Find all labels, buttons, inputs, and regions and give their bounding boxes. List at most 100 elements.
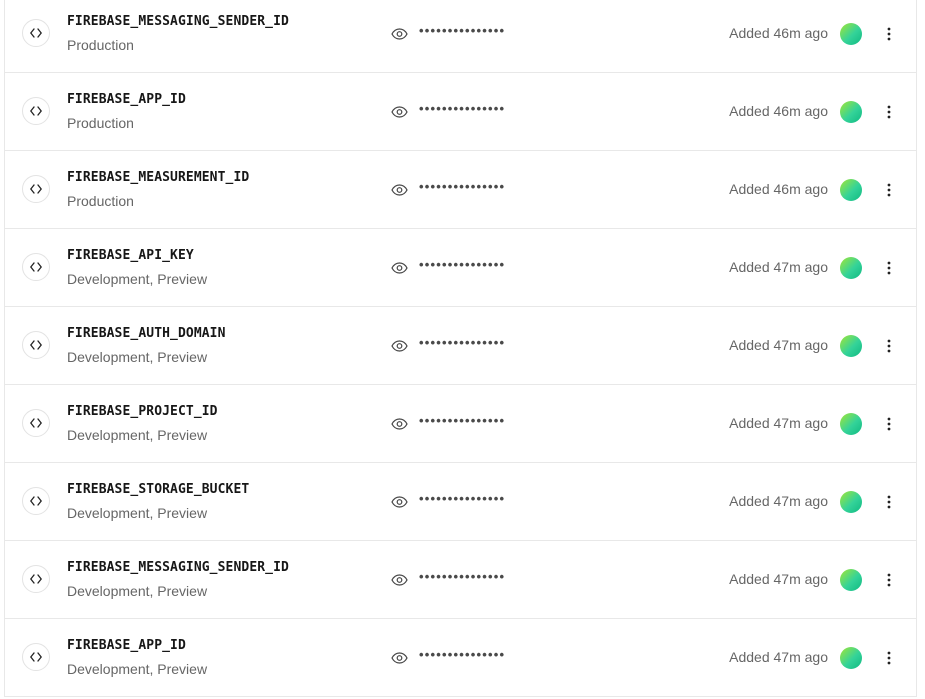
- eye-icon: [390, 574, 408, 586]
- variable-name: FIREBASE_MESSAGING_SENDER_ID: [67, 560, 289, 575]
- variable-name: FIREBASE_STORAGE_BUCKET: [67, 482, 250, 497]
- variable-environments: Production: [67, 37, 134, 53]
- env-variable-row: FIREBASE_STORAGE_BUCKET Development, Pre…: [5, 463, 916, 541]
- code-brackets-icon: [22, 97, 50, 125]
- variable-name: FIREBASE_AUTH_DOMAIN: [67, 326, 226, 341]
- masked-value: •••••••••••••••: [419, 101, 506, 116]
- masked-value: •••••••••••••••: [419, 413, 506, 428]
- reveal-value-button[interactable]: [389, 182, 409, 198]
- eye-icon: [390, 184, 408, 196]
- added-timestamp: Added 47m ago: [729, 259, 828, 275]
- env-variable-row: FIREBASE_AUTH_DOMAIN Development, Previe…: [5, 307, 916, 385]
- reveal-value-button[interactable]: [389, 416, 409, 432]
- more-vertical-icon: [887, 105, 891, 119]
- avatar: [840, 335, 862, 357]
- reveal-value-button[interactable]: [389, 338, 409, 354]
- added-timestamp: Added 47m ago: [729, 337, 828, 353]
- eye-icon: [390, 418, 408, 430]
- eye-icon: [390, 262, 408, 274]
- row-menu-button[interactable]: [881, 334, 897, 358]
- masked-value: •••••••••••••••: [419, 491, 506, 506]
- variable-environments: Development, Preview: [67, 505, 208, 521]
- variable-name: FIREBASE_APP_ID: [67, 92, 186, 107]
- reveal-value-button[interactable]: [389, 572, 409, 588]
- reveal-value-button[interactable]: [389, 494, 409, 510]
- code-brackets-icon: [22, 565, 50, 593]
- added-timestamp: Added 46m ago: [729, 25, 828, 41]
- added-timestamp: Added 47m ago: [729, 493, 828, 509]
- code-brackets-icon: [22, 487, 50, 515]
- variable-environments: Development, Preview: [67, 661, 208, 677]
- avatar: [840, 101, 862, 123]
- eye-icon: [390, 28, 408, 40]
- row-menu-button[interactable]: [881, 568, 897, 592]
- added-timestamp: Added 47m ago: [729, 415, 828, 431]
- avatar: [840, 23, 862, 45]
- avatar: [840, 413, 862, 435]
- more-vertical-icon: [887, 417, 891, 431]
- env-variable-row: FIREBASE_PROJECT_ID Development, Preview…: [5, 385, 916, 463]
- variable-environments: Development, Preview: [67, 271, 208, 287]
- variable-environments: Production: [67, 115, 134, 131]
- variable-name: FIREBASE_MESSAGING_SENDER_ID: [67, 14, 289, 29]
- variable-environments: Development, Preview: [67, 349, 208, 365]
- env-variable-row: FIREBASE_MESSAGING_SENDER_ID Production …: [5, 0, 916, 73]
- reveal-value-button[interactable]: [389, 650, 409, 666]
- avatar: [840, 491, 862, 513]
- env-variable-row: FIREBASE_API_KEY Development, Preview ••…: [5, 229, 916, 307]
- row-menu-button[interactable]: [881, 490, 897, 514]
- masked-value: •••••••••••••••: [419, 335, 506, 350]
- avatar: [840, 179, 862, 201]
- eye-icon: [390, 340, 408, 352]
- variable-name: FIREBASE_MEASUREMENT_ID: [67, 170, 250, 185]
- code-brackets-icon: [22, 253, 50, 281]
- more-vertical-icon: [887, 183, 891, 197]
- more-vertical-icon: [887, 495, 891, 509]
- reveal-value-button[interactable]: [389, 26, 409, 42]
- row-menu-button[interactable]: [881, 646, 897, 670]
- variable-name: FIREBASE_APP_ID: [67, 638, 186, 653]
- code-brackets-icon: [22, 175, 50, 203]
- row-menu-button[interactable]: [881, 178, 897, 202]
- more-vertical-icon: [887, 261, 891, 275]
- added-timestamp: Added 47m ago: [729, 571, 828, 587]
- added-timestamp: Added 46m ago: [729, 181, 828, 197]
- eye-icon: [390, 496, 408, 508]
- masked-value: •••••••••••••••: [419, 569, 506, 584]
- eye-icon: [390, 106, 408, 118]
- env-variable-row: FIREBASE_MEASUREMENT_ID Production •••••…: [5, 151, 916, 229]
- added-timestamp: Added 47m ago: [729, 649, 828, 665]
- reveal-value-button[interactable]: [389, 104, 409, 120]
- added-timestamp: Added 46m ago: [729, 103, 828, 119]
- variable-environments: Production: [67, 193, 134, 209]
- code-brackets-icon: [22, 643, 50, 671]
- variable-environments: Development, Preview: [67, 427, 208, 443]
- env-variable-row: FIREBASE_APP_ID Development, Preview •••…: [5, 619, 916, 697]
- avatar: [840, 257, 862, 279]
- env-variable-row: FIREBASE_MESSAGING_SENDER_ID Development…: [5, 541, 916, 619]
- row-menu-button[interactable]: [881, 100, 897, 124]
- variable-name: FIREBASE_API_KEY: [67, 248, 194, 263]
- variable-environments: Development, Preview: [67, 583, 208, 599]
- masked-value: •••••••••••••••: [419, 23, 506, 38]
- code-brackets-icon: [22, 19, 50, 47]
- eye-icon: [390, 652, 408, 664]
- masked-value: •••••••••••••••: [419, 257, 506, 272]
- row-menu-button[interactable]: [881, 412, 897, 436]
- row-menu-button[interactable]: [881, 256, 897, 280]
- reveal-value-button[interactable]: [389, 260, 409, 276]
- avatar: [840, 647, 862, 669]
- more-vertical-icon: [887, 27, 891, 41]
- env-variables-list: FIREBASE_MESSAGING_SENDER_ID Production …: [4, 0, 917, 697]
- masked-value: •••••••••••••••: [419, 179, 506, 194]
- code-brackets-icon: [22, 409, 50, 437]
- code-brackets-icon: [22, 331, 50, 359]
- row-menu-button[interactable]: [881, 22, 897, 46]
- variable-name: FIREBASE_PROJECT_ID: [67, 404, 218, 419]
- avatar: [840, 569, 862, 591]
- more-vertical-icon: [887, 573, 891, 587]
- env-variable-row: FIREBASE_APP_ID Production •••••••••••••…: [5, 73, 916, 151]
- masked-value: •••••••••••••••: [419, 647, 506, 662]
- more-vertical-icon: [887, 651, 891, 665]
- more-vertical-icon: [887, 339, 891, 353]
